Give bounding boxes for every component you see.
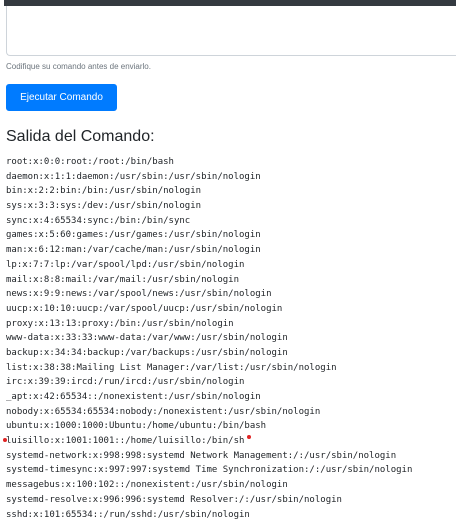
output-line: mail:x:8:8:mail:/var/mail:/usr/sbin/nolo… [6,274,239,285]
output-line: daemon:x:1:1:daemon:/usr/sbin:/usr/sbin/… [6,171,261,182]
output-line: irc:x:39:39:ircd:/run/ircd:/usr/sbin/nol… [6,377,245,388]
command-help-text: Codifique su comando antes de enviarlo. [6,62,151,71]
output-line: bin:x:2:2:bin:/bin:/usr/sbin/nologin [6,186,202,197]
command-output: root:x:0:0:root:/root:/bin/bash daemon:x… [3,155,456,522]
output-line: nobody:x:65534:65534:nobody:/nonexistent… [6,406,321,417]
output-line: uucp:x:10:10:uucp:/var/spool/uucp:/usr/s… [6,303,283,314]
output-line: sshd:x:101:65534::/run/sshd:/usr/sbin/no… [6,509,250,520]
output-line: systemd-timesync:x:997:997:systemd Time … [6,465,413,476]
output-line: games:x:5:60:games:/usr/games:/usr/sbin/… [6,230,261,241]
run-command-button[interactable]: Ejecutar Comando [6,84,117,111]
annotation-dot-icon [247,435,252,440]
output-line: messagebus:x:100:102::/nonexistent:/usr/… [6,480,288,491]
output-line: sys:x:3:3:sys:/dev:/usr/sbin/nologin [6,201,202,212]
output-line: _apt:x:42:65534::/nonexistent:/usr/sbin/… [6,392,261,402]
output-line: systemd-resolve:x:996:996:systemd Resolv… [6,494,342,505]
output-line: systemd-network:x:998:998:systemd Networ… [6,450,397,461]
output-line: news:x:9:9:news:/var/spool/news:/usr/sbi… [6,289,272,300]
output-line-highlighted: luisillo:x:1001:1001::/home/luisillo:/bi… [3,434,456,449]
output-line: backup:x:34:34:backup:/var/backups:/usr/… [6,347,288,358]
output-line: proxy:x:13:13:proxy:/bin:/usr/sbin/nolog… [6,318,234,329]
output-line: man:x:6:12:man:/var/cache/man:/usr/sbin/… [6,245,261,256]
output-line: list:x:38:38:Mailing List Manager:/var/l… [6,362,337,373]
command-textarea[interactable] [6,6,456,56]
output-title: Salida del Comando: [6,128,155,145]
output-line-text: luisillo:x:1001:1001::/home/luisillo:/bi… [6,436,245,447]
output-line: lp:x:7:7:lp:/var/spool/lpd:/usr/sbin/nol… [6,259,245,270]
output-line: ubuntu:x:1000:1000:Ubuntu:/home/ubuntu:/… [6,421,267,432]
output-line: sync:x:4:65534:sync:/bin:/bin/sync [6,215,191,226]
output-line: www-data:x:33:33:www-data:/var/www:/usr/… [6,333,288,344]
output-line: root:x:0:0:root:/root:/bin/bash [6,157,174,167]
